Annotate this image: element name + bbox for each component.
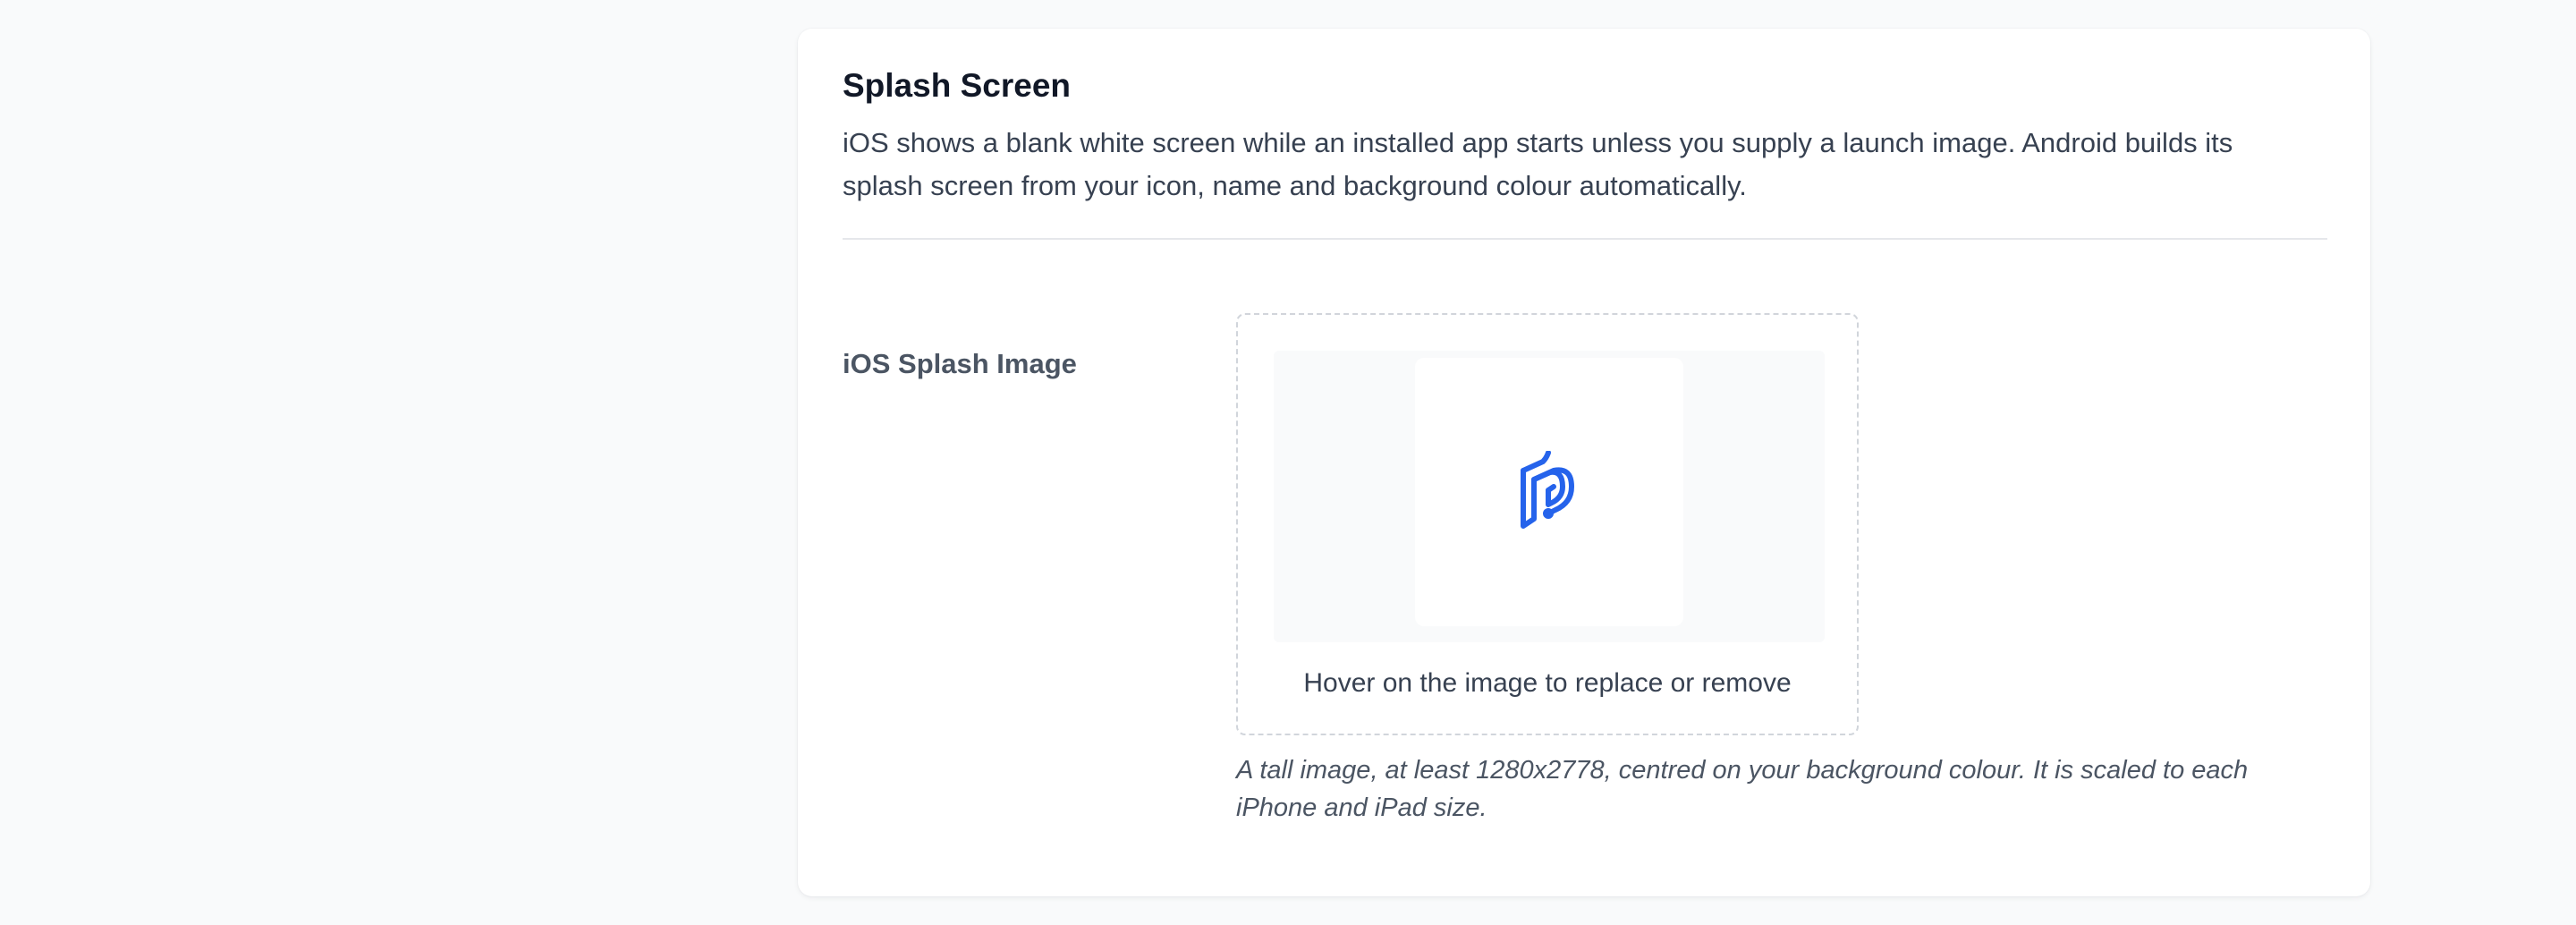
splash-screen-card: Splash Screen iOS shows a blank white sc… (798, 29, 2370, 896)
splash-image-dropzone[interactable]: Hover on the image to replace or remove (1236, 313, 1859, 735)
section-description: iOS shows a blank white screen while an … (843, 127, 2233, 201)
brand-logo-icon (1521, 451, 1574, 529)
ios-splash-image-label: iOS Splash Image (843, 348, 1077, 379)
replace-remove-hint: Hover on the image to replace or remove (1303, 668, 1792, 698)
section-title: Splash Screen (843, 67, 1072, 104)
splash-image-preview[interactable] (1274, 351, 1825, 642)
splash-image-help-text: A tall image, at least 1280x2778, centre… (1236, 756, 2249, 822)
section-divider (843, 238, 2327, 240)
splash-image-frame (1415, 358, 1683, 626)
